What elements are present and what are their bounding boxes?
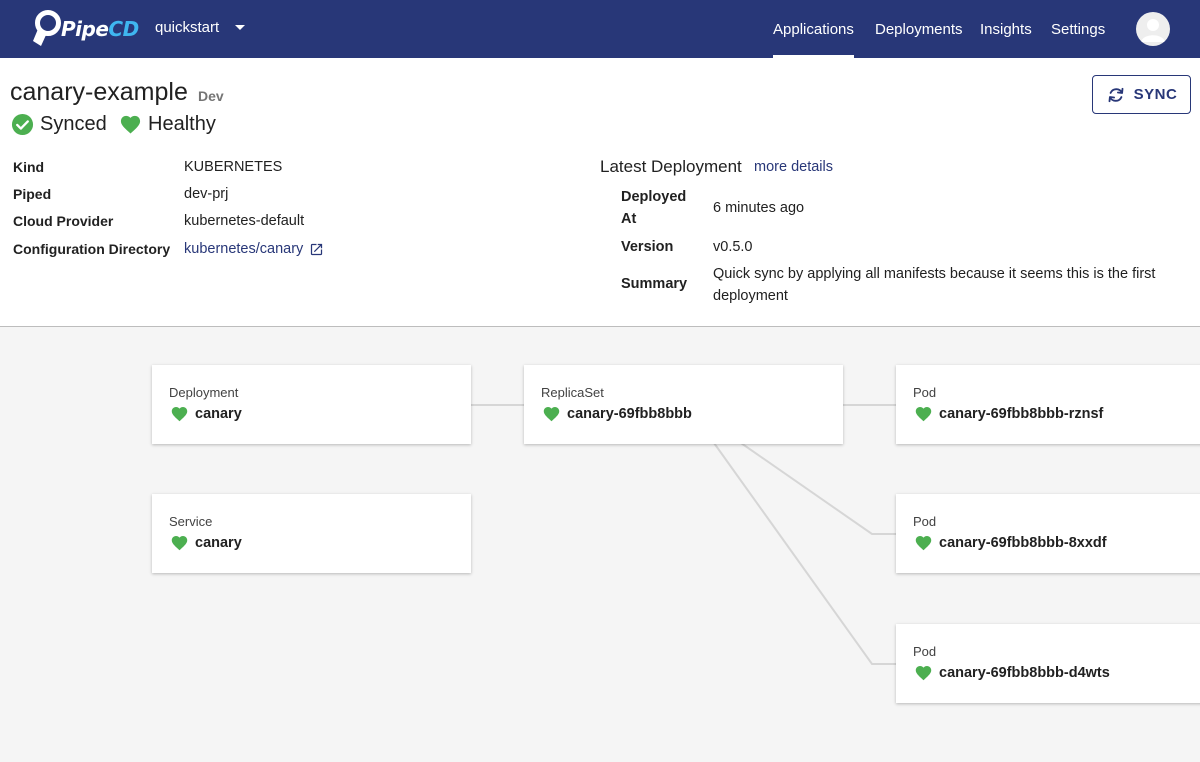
resource-node-replicaset[interactable]: ReplicaSet canary-69fbb8bbb	[524, 365, 843, 444]
heart-icon	[915, 666, 932, 681]
summary-value-line2: deployment	[713, 288, 788, 304]
resource-name: canary	[195, 534, 242, 551]
sync-button-label: SYNC	[1133, 86, 1178, 103]
info-value-kind: KUBERNETES	[184, 159, 283, 175]
project-selector[interactable]: quickstart	[155, 19, 246, 36]
resource-name-row: canary-69fbb8bbb-d4wts	[914, 664, 1110, 681]
resource-kind: Deployment	[169, 385, 239, 400]
account-circle-icon[interactable]	[1136, 12, 1170, 46]
resource-name-row: canary-69fbb8bbb	[542, 405, 692, 422]
resource-name-row: canary	[170, 405, 242, 422]
version-value: v0.5.0	[713, 239, 753, 255]
config-directory-text: kubernetes/canary	[184, 241, 304, 257]
nav-insights[interactable]: Insights	[980, 0, 1032, 58]
resource-name: canary-69fbb8bbb-d4wts	[939, 664, 1110, 681]
deployed-at-value: 6 minutes ago	[713, 200, 805, 216]
resource-name-row: canary-69fbb8bbb-8xxdf	[914, 534, 1107, 551]
nav-applications[interactable]: Applications	[773, 0, 854, 58]
info-label-piped: Piped	[13, 186, 52, 202]
heart-icon	[171, 536, 188, 551]
info-value-cloud-provider: kubernetes-default	[184, 213, 305, 229]
edge-replicaset-pod-3	[713, 442, 896, 665]
latest-deployment-title: Latest Deployment	[600, 157, 742, 176]
summary-value: Quick sync by applying all manifests bec…	[713, 263, 1155, 307]
resource-node-deployment[interactable]: Deployment canary	[152, 365, 471, 444]
info-value-piped: dev-prj	[184, 186, 229, 202]
summary-value-line1: Quick sync by applying all manifests bec…	[713, 266, 1156, 282]
heart-icon	[171, 407, 188, 422]
info-label-config-directory: Configuration Directory	[13, 241, 171, 257]
caret-down-icon	[235, 25, 246, 30]
health-status: Healthy	[119, 113, 216, 136]
sync-icon	[1108, 87, 1124, 102]
sync-status: Synced	[11, 113, 107, 136]
app-header: PipeCD quickstart Applications Deploymen…	[0, 0, 1200, 58]
resource-name-row: canary	[170, 534, 242, 551]
nav-settings[interactable]: Settings	[1051, 0, 1105, 58]
resource-graph[interactable]: Deployment canary Service canary Replica…	[0, 327, 1200, 762]
summary-label: Summary	[621, 276, 688, 292]
deployed-at-label: Deployed At	[621, 186, 686, 230]
edge-replicaset-pod-2	[740, 442, 896, 535]
pipecd-logo[interactable]: PipeCD	[32, 10, 139, 48]
deployed-at-label-line1: Deployed	[621, 189, 687, 205]
resource-name: canary-69fbb8bbb-rznsf	[939, 405, 1104, 422]
info-label-kind: Kind	[13, 159, 45, 175]
heart-icon	[915, 536, 932, 551]
info-label-cloud-provider: Cloud Provider	[13, 213, 114, 229]
config-directory-link[interactable]: kubernetes/canary	[184, 241, 324, 257]
resource-node-service[interactable]: Service canary	[152, 494, 471, 573]
resource-node-pod-1[interactable]: Pod canary-69fbb8bbb-rznsf	[896, 365, 1200, 444]
resource-node-pod-3[interactable]: Pod canary-69fbb8bbb-d4wts	[896, 624, 1200, 703]
sync-status-text: Synced	[40, 113, 107, 135]
heart-icon	[120, 115, 141, 134]
resource-kind: Service	[169, 514, 213, 529]
check-circle-icon	[11, 113, 34, 136]
heart-icon	[543, 407, 560, 422]
environment-label: Dev	[198, 88, 224, 104]
version-label: Version	[621, 239, 674, 255]
resource-kind: Pod	[913, 644, 937, 659]
resource-name: canary-69fbb8bbb	[567, 405, 692, 422]
logo-text-pipe: Pipe	[61, 17, 109, 41]
resource-kind: Pod	[913, 514, 937, 529]
resource-name-row: canary-69fbb8bbb-rznsf	[914, 405, 1103, 422]
resource-name: canary	[195, 405, 242, 422]
application-detail: canary-example Dev Synced Healthy SYNC K…	[0, 58, 1200, 327]
logo-text: PipeCD	[61, 17, 139, 41]
logo-text-cd: CD	[108, 17, 139, 41]
project-name: quickstart	[155, 19, 220, 36]
resource-node-pod-2[interactable]: Pod canary-69fbb8bbb-8xxdf	[896, 494, 1200, 573]
resource-kind: ReplicaSet	[541, 385, 604, 400]
open-in-new-icon	[311, 243, 323, 255]
application-name: canary-example	[10, 78, 188, 106]
more-details-link[interactable]: more details	[754, 159, 833, 175]
resource-kind: Pod	[913, 385, 937, 400]
health-status-text: Healthy	[148, 113, 216, 135]
heart-icon	[915, 407, 932, 422]
sync-button[interactable]: SYNC	[1092, 75, 1191, 114]
resource-name: canary-69fbb8bbb-8xxdf	[939, 534, 1107, 551]
deployed-at-label-line2: At	[621, 211, 637, 227]
nav-deployments[interactable]: Deployments	[875, 0, 963, 58]
pipecd-logo-icon	[33, 10, 61, 46]
